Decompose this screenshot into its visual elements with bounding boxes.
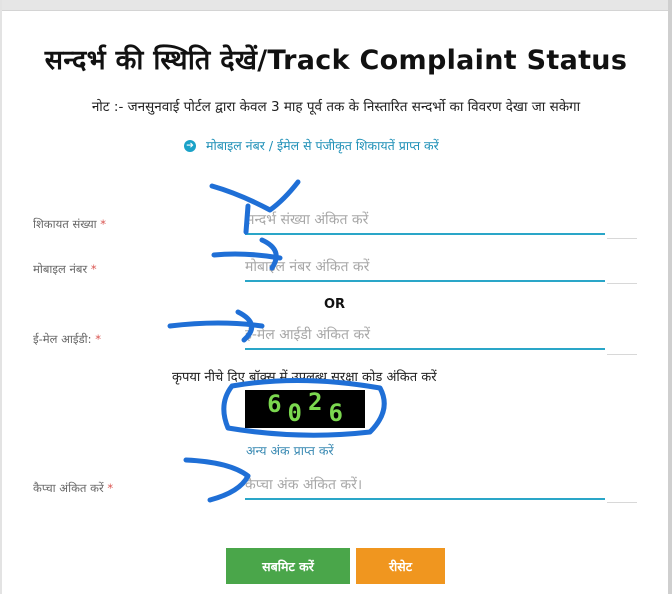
captcha-label-text: कैप्चा अंकित करें	[33, 481, 104, 495]
registered-complaints-link[interactable]: ➔ मोबाइल नंबर / ईमेल से पंजीकृत शिकायतें…	[184, 137, 439, 154]
captcha-label: कैप्चा अंकित करें *	[33, 481, 113, 496]
annotation-check-mark	[209, 179, 301, 213]
annotation-arrow-captcha	[183, 457, 251, 503]
field-underline-extension	[607, 354, 637, 355]
reset-button[interactable]: रीसेट	[356, 548, 445, 584]
required-mark: *	[100, 217, 107, 231]
required-mark: *	[107, 481, 114, 495]
required-mark: *	[95, 332, 101, 346]
captcha-digit: 2	[308, 388, 323, 416]
submit-button[interactable]: सबमिट करें	[226, 548, 350, 584]
window-right-edge	[668, 0, 672, 594]
email-input[interactable]	[245, 322, 605, 350]
mobile-number-label: मोबाइल नंबर *	[33, 262, 97, 277]
field-underline-extension	[607, 283, 637, 284]
complaint-number-input[interactable]	[245, 207, 605, 235]
captcha-digit: 6	[267, 390, 282, 418]
email-label: ई-मेल आईडी: *	[33, 332, 101, 347]
arrow-right-circle-icon: ➔	[184, 139, 196, 152]
mobile-number-input[interactable]	[245, 254, 605, 282]
mobile-number-label-text: मोबाइल नंबर	[33, 262, 88, 276]
required-mark: *	[90, 262, 97, 276]
captcha-input[interactable]	[245, 472, 605, 500]
captcha-image: 6 0 2 6	[245, 388, 365, 428]
note-text: नोट :- जनसुनवाई पोर्टल द्वारा केवल 3 माह…	[91, 99, 581, 115]
complaint-number-label: शिकायत संख्या *	[33, 217, 106, 232]
window-left-edge	[0, 0, 2, 594]
refresh-captcha-link[interactable]: अन्य अंक प्राप्त करें	[246, 442, 334, 459]
captcha-digit: 6	[328, 399, 343, 427]
captcha-instruction: कृपया नीचे दिए बॉक्स में उपलब्ध सुरक्षा …	[172, 370, 437, 385]
field-underline-extension	[607, 238, 637, 239]
or-separator: OR	[324, 297, 346, 312]
window-top-bar	[0, 0, 672, 11]
registered-complaints-link-text: मोबाइल नंबर / ईमेल से पंजीकृत शिकायतें प…	[206, 138, 439, 153]
complaint-number-label-text: शिकायत संख्या	[33, 217, 97, 231]
field-underline-extension	[607, 502, 637, 503]
email-label-text: ई-मेल आईडी:	[33, 332, 92, 346]
captcha-digit: 0	[287, 399, 302, 427]
page-title: सन्दर्भ की स्थिति देखें/Track Complaint …	[44, 45, 628, 76]
